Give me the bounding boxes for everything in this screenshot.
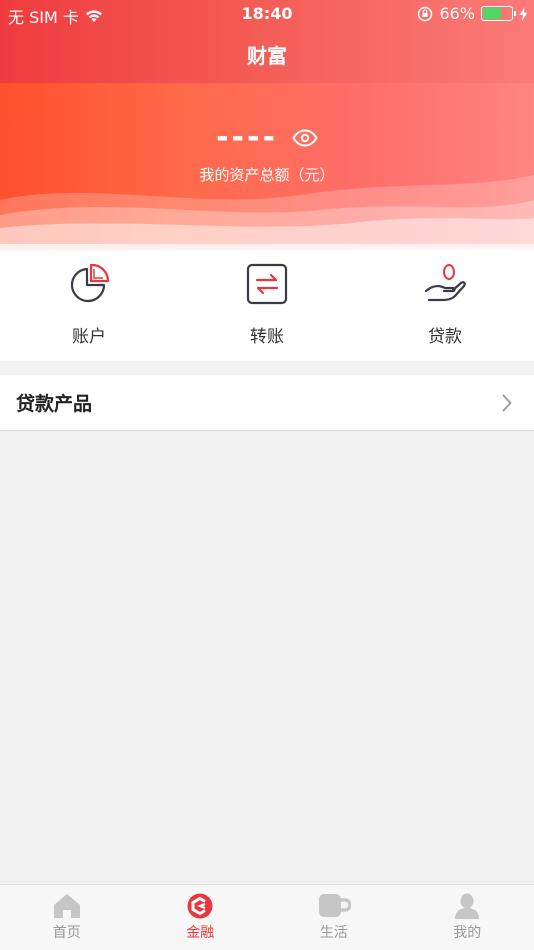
transfer-label: 转账 bbox=[250, 327, 284, 347]
orientation-lock-icon bbox=[418, 6, 433, 21]
hand-coin-icon bbox=[424, 264, 466, 302]
pie-chart-icon bbox=[70, 263, 110, 303]
quick-actions: 账户 转账 贷款 bbox=[0, 250, 534, 361]
asset-total-value: ---- bbox=[216, 120, 278, 155]
loan-label: 贷款 bbox=[428, 327, 462, 347]
tab-bar: 首页 金融 生活 我的 bbox=[0, 884, 534, 950]
tab-mine-label: 我的 bbox=[453, 925, 482, 941]
tab-mine[interactable]: 我的 bbox=[401, 885, 534, 950]
charging-bolt-icon bbox=[519, 6, 528, 21]
cup-icon bbox=[318, 894, 351, 917]
tab-home-label: 首页 bbox=[52, 925, 81, 941]
tab-home[interactable]: 首页 bbox=[0, 885, 134, 950]
hero-header: 无 SIM 卡 18:40 66% 财富 ---- 我的资产总额（元） bbox=[0, 0, 534, 250]
user-icon bbox=[455, 893, 480, 919]
tab-life[interactable]: 生活 bbox=[267, 885, 401, 950]
home-icon bbox=[53, 894, 80, 918]
loan-products-row[interactable]: 贷款产品 bbox=[0, 375, 534, 431]
tab-finance-label: 金融 bbox=[186, 925, 215, 941]
tab-finance[interactable]: 金融 bbox=[134, 885, 268, 950]
account-button[interactable]: 账户 bbox=[0, 250, 178, 361]
finance-logo-icon bbox=[187, 893, 213, 919]
loan-button[interactable]: 贷款 bbox=[356, 250, 534, 361]
status-bar: 无 SIM 卡 18:40 66% bbox=[0, 0, 534, 28]
transfer-button[interactable]: 转账 bbox=[178, 250, 356, 361]
eye-toggle-icon[interactable] bbox=[292, 128, 318, 147]
tab-life-label: 生活 bbox=[319, 925, 348, 941]
chevron-right-icon bbox=[502, 394, 512, 411]
battery-percent: 66% bbox=[439, 4, 475, 23]
account-label: 账户 bbox=[72, 327, 106, 347]
transfer-icon bbox=[246, 263, 288, 305]
asset-total-label: 我的资产总额（元） bbox=[199, 166, 335, 184]
loan-products-title: 贷款产品 bbox=[16, 393, 93, 415]
battery-icon bbox=[481, 6, 516, 21]
page-title: 财富 bbox=[247, 44, 287, 68]
